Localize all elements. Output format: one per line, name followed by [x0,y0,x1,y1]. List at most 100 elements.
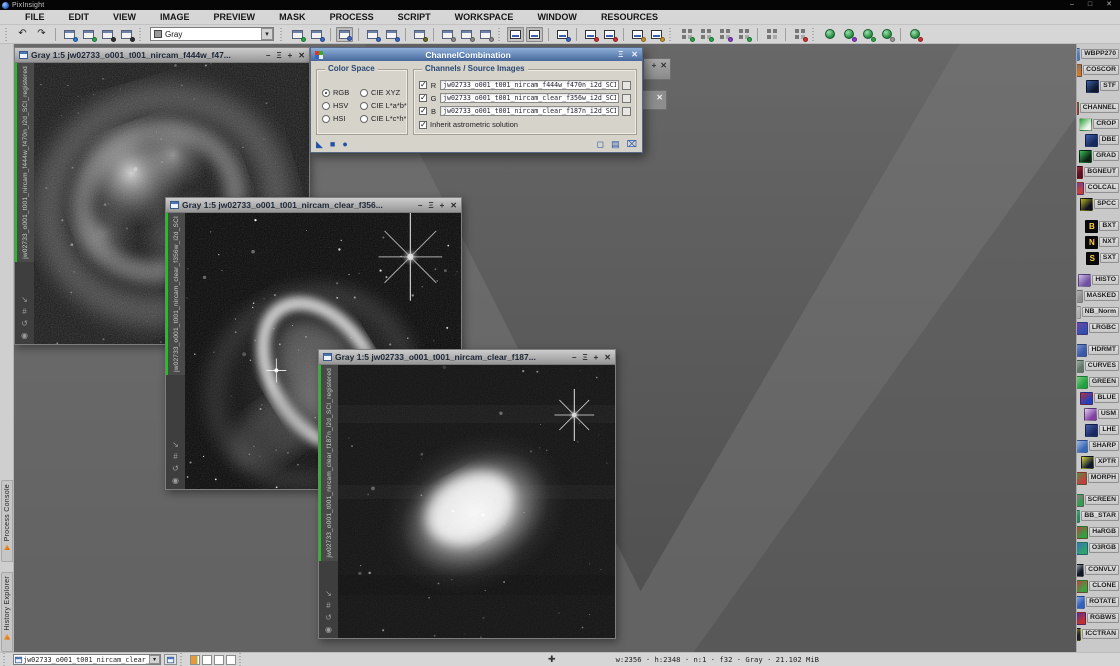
rotate-mode-icon[interactable]: ↺ [172,464,179,473]
radio-icon[interactable] [322,115,330,123]
process-icon-convlv[interactable]: CONVLV [1076,562,1119,578]
zoom-out-button[interactable] [364,27,381,42]
select-button[interactable] [477,27,494,42]
readout-swatch[interactable] [214,655,224,665]
process-icon-lrgbc[interactable]: LRGBC [1076,320,1119,336]
stf-boost-button[interactable] [648,27,665,42]
shade-icon[interactable]: Ξ [582,353,587,362]
process-icon-channel[interactable]: CHANNEL [1076,100,1119,116]
close-icon[interactable]: ✕ [631,50,638,59]
image-edit-button[interactable] [308,27,325,42]
restore-icon[interactable]: □ [1088,0,1092,10]
mask-enable-button[interactable] [118,27,135,42]
channel-g-source-input[interactable] [440,93,619,103]
process-icon-curves[interactable]: CURVES [1076,358,1119,374]
colorspace-option-rgb[interactable]: RGB [322,88,360,97]
process-icon-rotate[interactable]: ROTATE [1076,594,1119,610]
radio-icon[interactable] [360,115,368,123]
menu-preview[interactable]: PREVIEW [203,11,267,23]
channel-b-source-input[interactable] [440,106,619,116]
apply-icon[interactable]: ■ [330,140,335,149]
annotate-button[interactable] [840,27,857,42]
mask-show-button[interactable] [99,27,116,42]
close-icon[interactable]: ✕ [604,353,611,362]
readout-mode-icon[interactable]: ↘ [325,589,332,598]
readout-mode-icon[interactable]: ↘ [172,440,179,449]
process-icon-hdrmt[interactable]: HDRMT [1076,342,1119,358]
process-icon-rgbws[interactable]: RGBWS [1076,610,1119,626]
close-icon[interactable]: ✕ [1106,0,1112,10]
channel-b-select-view-button[interactable] [622,107,631,116]
fit-view-button[interactable] [411,27,428,42]
image-window-f356w-titlebar[interactable]: Gray 1:5 jw02733_o001_t001_nircam_clear_… [166,198,461,213]
image-canvas-f187n[interactable] [338,365,615,638]
grid-clear-button[interactable] [791,27,808,42]
zoom-fit-icon[interactable]: + [288,51,293,60]
shade-icon[interactable]: Ξ [428,201,433,210]
shade-icon[interactable]: Ξ [618,50,623,59]
channel-b-checkbox[interactable] [419,107,427,115]
process-icon-lhe[interactable]: LHE [1085,422,1119,438]
reset-icon[interactable]: ⌧ [627,140,637,149]
browse-documentation-icon[interactable]: ◻ [597,140,604,149]
center-mode-icon[interactable]: ◉ [172,476,179,485]
zoom-11-button[interactable] [383,27,400,42]
view-selector-strip[interactable]: jw02733_o001_t001_nircam_f444w_f470n_i2d… [15,63,34,344]
colorspace-option-cie-l-c-h-[interactable]: CIE L*c*h* [360,114,407,123]
new-instance-icon[interactable]: ◣ [316,140,323,149]
menu-resources[interactable]: RESOURCES [590,11,669,23]
view-dropdown-arrow-icon[interactable]: ▾ [149,655,160,664]
shade-icon[interactable]: Ξ [276,51,281,60]
crosshair-mode-icon[interactable]: # [326,601,330,610]
channel-g-select-view-button[interactable] [622,94,631,103]
stf-link-button[interactable] [629,27,646,42]
radio-icon[interactable] [322,89,330,97]
new-view-button[interactable] [164,654,177,665]
edit-instance-icon[interactable]: ▤ [611,140,620,149]
process-icon-histo[interactable]: HISTO [1078,272,1119,288]
radio-icon[interactable] [322,102,330,110]
menu-process[interactable]: PROCESS [319,11,385,23]
process-icon-icctran[interactable]: ICCTRAN [1076,626,1119,642]
radio-icon[interactable] [360,102,368,110]
redo-button[interactable]: ↷ [33,27,50,42]
astrometry-button[interactable] [821,27,838,42]
colorspace-option-cie-xyz[interactable]: CIE XYZ [360,88,407,97]
menu-workspace[interactable]: WORKSPACE [444,11,525,23]
rotate-mode-icon[interactable]: ↺ [325,613,332,622]
colorspace-option-hsv[interactable]: HSV [322,101,360,110]
center-mode-icon[interactable]: ◉ [325,625,332,634]
hidden-window-fragment-2[interactable]: ✕ [641,90,667,110]
channel-combination-dialog[interactable]: ChannelCombination Ξ ✕ Color Space RGBCI… [310,47,643,153]
process-icon-blue[interactable]: BLUE [1080,390,1119,406]
readout-swatch[interactable] [202,655,212,665]
process-icon-bgneut[interactable]: BGNEUT [1076,164,1119,180]
iconize-icon[interactable]: – [572,353,576,362]
process-icon-screen[interactable]: SCREEN [1076,492,1119,508]
ruler-button[interactable] [735,27,752,42]
guide-button[interactable] [716,27,733,42]
channel-r-source-input[interactable] [440,80,619,90]
colorspace-option-cie-l-a-b-[interactable]: CIE L*a*b* [360,101,407,110]
process-icon-wbpp270[interactable]: WBPP270 [1076,46,1119,62]
iconize-icon[interactable]: – [418,201,422,210]
stf-auto-button[interactable] [507,27,524,42]
process-icon-crop[interactable]: CROP [1079,116,1119,132]
catalog-button[interactable] [878,27,895,42]
channel-r-select-view-button[interactable] [622,81,631,90]
readout-button[interactable] [458,27,475,42]
image-window-f187n-titlebar[interactable]: Gray 1:5 jw02733_o001_t001_nircam_clear_… [319,350,615,365]
zoom-fit-icon[interactable]: + [440,201,445,210]
menu-script[interactable]: SCRIPT [387,11,442,23]
process-icon-sharp[interactable]: SHARP [1076,438,1119,454]
process-icon-spcc[interactable]: SPCC [1080,196,1119,212]
process-icon-green[interactable]: GREEN [1076,374,1119,390]
process-icon-hargb[interactable]: HaRGB [1076,524,1119,540]
undo-button[interactable]: ↶ [14,27,31,42]
process-console-tab[interactable]: Process Console [1,480,13,562]
image-mode-button[interactable] [289,27,306,42]
image-window-f444w-titlebar[interactable]: Gray 1:5 jw02733_o001_t001_nircam_f444w_… [15,48,309,63]
close-icon[interactable]: ✕ [298,51,305,60]
process-icon-morph[interactable]: MORPH [1076,470,1119,486]
rotate-mode-icon[interactable]: ↺ [21,319,28,328]
